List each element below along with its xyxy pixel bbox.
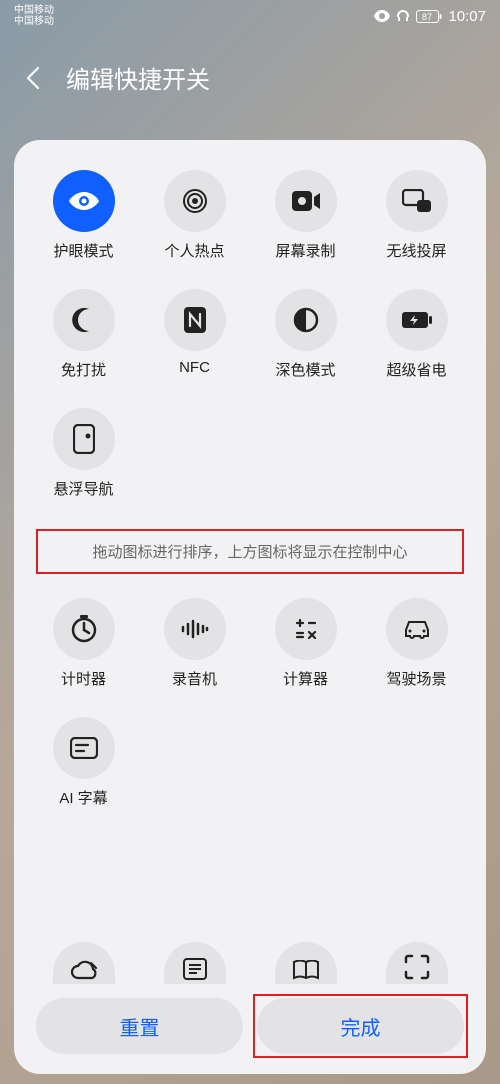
tile-label: 个人热点 [164, 240, 224, 261]
record-icon [275, 170, 337, 232]
tile-eye-comfort[interactable]: 护眼模式 [28, 170, 139, 261]
moon-icon [53, 289, 115, 351]
reset-button[interactable]: 重置 [36, 998, 243, 1054]
tile-label: 驾驶场景 [386, 668, 446, 689]
tile-dark-mode[interactable]: 深色模式 [250, 289, 361, 380]
carrier-2: 中国移动 [14, 16, 54, 27]
tile-timer[interactable]: 计时器 [28, 598, 139, 689]
svg-text:87: 87 [422, 12, 432, 22]
tile-calculator[interactable]: 计算器 [250, 598, 361, 689]
dark-icon [275, 289, 337, 351]
tile-label: 免打扰 [61, 359, 106, 380]
peek-tile[interactable] [250, 942, 361, 984]
done-label: 完成 [341, 1012, 381, 1041]
nfc-icon [164, 289, 226, 351]
active-tiles-grid: 护眼模式 个人热点 屏幕录制 无线投屏免打扰 NFC 深色模式 超级省电悬浮导航 [22, 170, 478, 499]
hotspot-icon [164, 170, 226, 232]
subtitle-icon [53, 717, 115, 779]
float-icon [53, 408, 115, 470]
tile-label: 计时器 [61, 668, 106, 689]
tile-label: 无线投屏 [386, 240, 446, 261]
book-icon [275, 942, 337, 984]
tile-label: 录音机 [172, 668, 217, 689]
back-button[interactable] [22, 65, 48, 91]
status-time: 10:07 [448, 8, 486, 25]
tile-nfc[interactable]: NFC [139, 289, 250, 380]
peek-tile[interactable] [361, 942, 472, 984]
tile-label: 屏幕录制 [275, 240, 335, 261]
battery-icon: 87 [416, 10, 442, 23]
tile-label: 计算器 [283, 668, 328, 689]
button-row: 重置 完成 [22, 992, 478, 1062]
header: 编辑快捷开关 [0, 32, 500, 113]
tile-power-save[interactable]: 超级省电 [361, 289, 472, 380]
cast-icon [386, 170, 448, 232]
headphone-icon [396, 9, 410, 23]
status-right: 87 10:07 [374, 8, 486, 25]
peek-tile[interactable] [28, 942, 139, 984]
tile-wireless-project[interactable]: 无线投屏 [361, 170, 472, 261]
tile-label: 超级省电 [386, 359, 446, 380]
drag-hint: 拖动图标进行排序，上方图标将显示在控制中心 [36, 529, 464, 574]
tile-ai-subtitle[interactable]: AI 字幕 [28, 717, 139, 808]
peek-tile[interactable] [139, 942, 250, 984]
edit-panel: 护眼模式 个人热点 屏幕录制 无线投屏免打扰 NFC 深色模式 超级省电悬浮导航 拖动图标进… [14, 140, 486, 1074]
eye-status-icon [374, 10, 390, 22]
battery-icon [386, 289, 448, 351]
done-button[interactable]: 完成 [257, 998, 464, 1054]
tile-hotspot[interactable]: 个人热点 [139, 170, 250, 261]
status-bar: 中国移动 中国移动 87 10:07 [0, 0, 500, 32]
inactive-tiles-grid: 计时器 录音机 计算器 驾驶场景 AI 字幕 [22, 598, 478, 808]
car-icon [386, 598, 448, 660]
eye-icon [53, 170, 115, 232]
tile-screen-record[interactable]: 屏幕录制 [250, 170, 361, 261]
page-title: 编辑快捷开关 [66, 60, 210, 95]
scan-icon [386, 942, 448, 984]
timer-icon [53, 598, 115, 660]
tile-label: AI 字幕 [59, 787, 107, 808]
calc-icon [275, 598, 337, 660]
tile-driving[interactable]: 驾驶场景 [361, 598, 472, 689]
list-icon [164, 942, 226, 984]
peek-row [22, 942, 478, 984]
tile-label: 护眼模式 [53, 240, 113, 261]
carrier-1: 中国移动 [14, 5, 54, 16]
recorder-icon [164, 598, 226, 660]
tile-label: 悬浮导航 [53, 478, 113, 499]
tile-label: 深色模式 [275, 359, 335, 380]
tile-label: NFC [179, 359, 210, 376]
status-carriers: 中国移动 中国移动 [14, 5, 54, 27]
tile-recorder[interactable]: 录音机 [139, 598, 250, 689]
cloud-icon [53, 942, 115, 984]
tile-dnd[interactable]: 免打扰 [28, 289, 139, 380]
tile-float-nav[interactable]: 悬浮导航 [28, 408, 139, 499]
